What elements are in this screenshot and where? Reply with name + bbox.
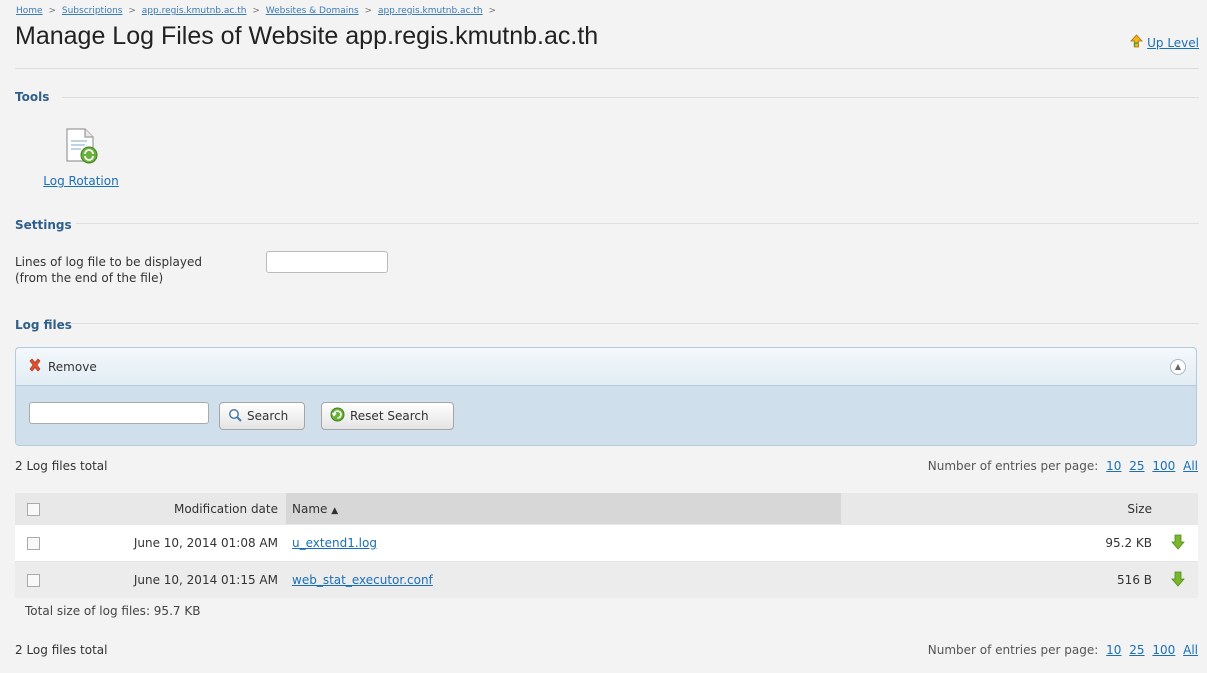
up-level[interactable]: Up Level bbox=[1130, 34, 1199, 51]
breadcrumb-separator: > bbox=[128, 6, 136, 16]
title-divider bbox=[15, 68, 1199, 69]
page: Home > Subscriptions > app.regis.kmutnb.… bbox=[0, 0, 1207, 673]
log-file-link[interactable]: u_extend1.log bbox=[292, 536, 377, 550]
per-page-all[interactable]: All bbox=[1183, 459, 1198, 473]
select-all-checkbox[interactable] bbox=[26, 502, 40, 516]
collapse-icon[interactable]: ▲ bbox=[1170, 359, 1186, 375]
page-title: Manage Log Files of Website app.regis.km… bbox=[15, 22, 599, 50]
panel-toolbar: Remove ▲ bbox=[16, 348, 1196, 386]
log-files-panel: Remove ▲ Search Reset Search bbox=[15, 347, 1197, 446]
log-rotation-icon bbox=[63, 128, 99, 168]
row-checkbox[interactable] bbox=[26, 537, 40, 550]
row-size: 516 B bbox=[841, 561, 1158, 598]
column-header-date[interactable]: Modification date bbox=[51, 493, 286, 525]
up-arrow-icon bbox=[1130, 34, 1144, 51]
up-level-link[interactable]: Up Level bbox=[1147, 36, 1199, 50]
log-rotation-link[interactable]: Log Rotation bbox=[26, 174, 136, 188]
tools-section-title: Tools bbox=[15, 90, 50, 104]
row-date: June 10, 2014 01:15 AM bbox=[51, 561, 286, 598]
total-size-label: Total size of log files: 95.7 KB bbox=[25, 604, 201, 618]
column-header-name[interactable]: Name ▲ bbox=[286, 493, 841, 525]
lines-label-line-2: (from the end of the file) bbox=[15, 271, 164, 285]
per-page-10[interactable]: 10 bbox=[1106, 643, 1121, 657]
remove-button[interactable]: Remove bbox=[28, 358, 97, 375]
lines-label-line-1: Lines of log file to be displayed bbox=[15, 255, 202, 269]
breadcrumb: Home > Subscriptions > app.regis.kmutnb.… bbox=[16, 6, 499, 16]
log-rotation-tool[interactable]: Log Rotation bbox=[26, 127, 136, 188]
per-page-100[interactable]: 100 bbox=[1152, 459, 1175, 473]
row-checkbox[interactable] bbox=[26, 574, 40, 587]
reset-search-label: Reset Search bbox=[350, 409, 429, 423]
row-name-cell: u_extend1.log bbox=[286, 524, 841, 562]
reset-icon bbox=[330, 407, 345, 425]
row-size: 95.2 KB bbox=[841, 524, 1158, 562]
breadcrumb-websites-domains[interactable]: Websites & Domains bbox=[266, 6, 359, 16]
breadcrumb-separator: > bbox=[48, 6, 56, 16]
log-files-table: Modification date Name ▲ Size June 10, 2… bbox=[15, 493, 1198, 598]
row-download-cell bbox=[1158, 524, 1198, 562]
per-page-100[interactable]: 100 bbox=[1152, 643, 1175, 657]
remove-x-icon bbox=[28, 358, 42, 375]
row-check-cell bbox=[15, 524, 51, 562]
search-button[interactable]: Search bbox=[219, 402, 305, 430]
tools-divider bbox=[62, 97, 1199, 98]
row-date: June 10, 2014 01:08 AM bbox=[51, 524, 286, 562]
settings-divider bbox=[76, 223, 1199, 224]
search-input[interactable] bbox=[29, 402, 209, 424]
table-row: June 10, 2014 01:08 AM u_extend1.log 95.… bbox=[15, 524, 1198, 562]
log-file-link[interactable]: web_stat_executor.conf bbox=[292, 573, 433, 587]
log-files-total-top: 2 Log files total bbox=[15, 459, 108, 473]
search-bar: Search Reset Search bbox=[16, 386, 1196, 445]
per-page-10[interactable]: 10 bbox=[1106, 459, 1121, 473]
table-row: June 10, 2014 01:15 AM web_stat_executor… bbox=[15, 561, 1198, 598]
log-files-section-title: Log files bbox=[15, 318, 72, 332]
download-arrow-icon[interactable] bbox=[1171, 571, 1185, 590]
settings-section-title: Settings bbox=[15, 218, 72, 232]
row-name-cell: web_stat_executor.conf bbox=[286, 561, 841, 598]
row-download-cell bbox=[1158, 561, 1198, 598]
breadcrumb-separator: > bbox=[488, 6, 497, 16]
log-files-divider bbox=[70, 323, 1199, 324]
reset-search-button[interactable]: Reset Search bbox=[321, 402, 454, 430]
per-page-label: Number of entries per page: bbox=[927, 459, 1099, 473]
lines-label: Lines of log file to be displayed (from … bbox=[15, 254, 202, 286]
log-files-total-bottom: 2 Log files total bbox=[15, 643, 108, 657]
sort-up-icon: ▲ bbox=[331, 505, 339, 516]
column-header-name-label: Name bbox=[292, 501, 328, 516]
entries-per-page-bottom: Number of entries per page: 10 25 100 Al… bbox=[928, 643, 1198, 657]
entries-per-page-top: Number of entries per page: 10 25 100 Al… bbox=[928, 459, 1198, 473]
breadcrumb-separator: > bbox=[364, 6, 373, 16]
column-header-download bbox=[1158, 493, 1198, 525]
row-check-cell bbox=[15, 561, 51, 598]
search-label: Search bbox=[247, 409, 289, 423]
table-header-row: Modification date Name ▲ Size bbox=[15, 493, 1198, 525]
search-icon bbox=[228, 408, 242, 425]
breadcrumb-separator: > bbox=[252, 6, 260, 16]
column-header-size[interactable]: Size bbox=[841, 493, 1158, 525]
per-page-25[interactable]: 25 bbox=[1129, 643, 1144, 657]
download-arrow-icon[interactable] bbox=[1171, 534, 1185, 553]
breadcrumb-subscription[interactable]: app.regis.kmutnb.ac.th bbox=[142, 6, 247, 16]
remove-label: Remove bbox=[48, 359, 97, 374]
lines-displayed-input[interactable] bbox=[266, 251, 388, 273]
per-page-all[interactable]: All bbox=[1183, 643, 1198, 657]
breadcrumb-home[interactable]: Home bbox=[16, 6, 43, 16]
breadcrumb-domain[interactable]: app.regis.kmutnb.ac.th bbox=[378, 6, 483, 16]
per-page-25[interactable]: 25 bbox=[1129, 459, 1144, 473]
select-all-cell bbox=[15, 493, 51, 525]
breadcrumb-subscriptions[interactable]: Subscriptions bbox=[62, 6, 123, 16]
per-page-label: Number of entries per page: bbox=[927, 643, 1099, 657]
